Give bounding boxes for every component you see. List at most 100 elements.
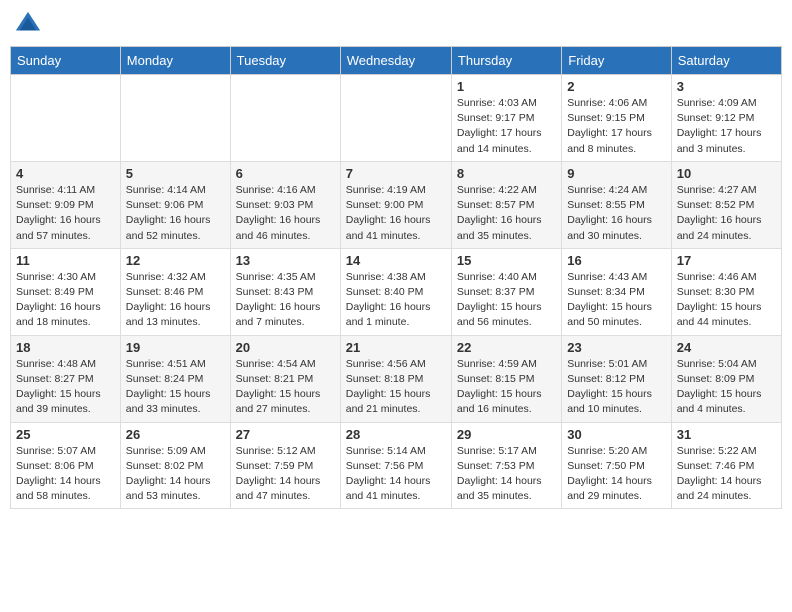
day-number: 15 <box>457 253 556 268</box>
day-number: 7 <box>346 166 446 181</box>
calendar-cell: 26 Sunrise: 5:09 AMSunset: 8:02 PMDayligh… <box>120 422 230 509</box>
header-tuesday: Tuesday <box>230 47 340 75</box>
day-number: 3 <box>677 79 776 94</box>
calendar-week-row: 25Sunrise: 5:07 AMSunset: 8:06 PMDayligh… <box>11 422 782 509</box>
calendar-cell: 5 Sunrise: 4:14 AMSunset: 9:06 PMDaylight… <box>120 161 230 248</box>
calendar-cell: 15 Sunrise: 4:40 AMSunset: 8:37 PMDayligh… <box>451 248 561 335</box>
day-info: Sunrise: 4:11 AMSunset: 9:09 PMDaylight:… <box>16 183 115 244</box>
day-info: Sunrise: 5:12 AMSunset: 7:59 PMDaylight:… <box>236 444 335 505</box>
calendar-week-row: 4 Sunrise: 4:11 AMSunset: 9:09 PMDaylight… <box>11 161 782 248</box>
calendar-header-row: SundayMondayTuesdayWednesdayThursdayFrid… <box>11 47 782 75</box>
calendar-cell: 14 Sunrise: 4:38 AMSunset: 8:40 PMDayligh… <box>340 248 451 335</box>
calendar-week-row: 11 Sunrise: 4:30 AMSunset: 8:49 PMDayligh… <box>11 248 782 335</box>
calendar-cell: 12 Sunrise: 4:32 AMSunset: 8:46 PMDayligh… <box>120 248 230 335</box>
page-header <box>10 10 782 38</box>
day-info: Sunrise: 4:35 AMSunset: 8:43 PMDaylight:… <box>236 270 335 331</box>
day-number: 29 <box>457 427 556 442</box>
day-number: 22 <box>457 340 556 355</box>
day-info: Sunrise: 4:46 AMSunset: 8:30 PMDaylight:… <box>677 270 776 331</box>
day-info: Sunrise: 5:20 AMSunset: 7:50 PMDaylight:… <box>567 444 665 505</box>
day-number: 17 <box>677 253 776 268</box>
calendar-cell: 17 Sunrise: 4:46 AMSunset: 8:30 PMDayligh… <box>671 248 781 335</box>
calendar-cell: 16Sunrise: 4:43 AMSunset: 8:34 PMDayligh… <box>562 248 671 335</box>
calendar-cell: 19Sunrise: 4:51 AMSunset: 8:24 PMDayligh… <box>120 335 230 422</box>
day-info: Sunrise: 4:38 AMSunset: 8:40 PMDaylight:… <box>346 270 446 331</box>
day-info: Sunrise: 5:14 AMSunset: 7:56 PMDaylight:… <box>346 444 446 505</box>
day-number: 12 <box>126 253 225 268</box>
calendar-cell: 8Sunrise: 4:22 AMSunset: 8:57 PMDaylight… <box>451 161 561 248</box>
calendar-cell: 22 Sunrise: 4:59 AMSunset: 8:15 PMDayligh… <box>451 335 561 422</box>
header-thursday: Thursday <box>451 47 561 75</box>
day-info: Sunrise: 5:22 AMSunset: 7:46 PMDaylight:… <box>677 444 776 505</box>
calendar-cell <box>11 75 121 162</box>
day-info: Sunrise: 4:06 AMSunset: 9:15 PMDaylight:… <box>567 96 665 157</box>
header-sunday: Sunday <box>11 47 121 75</box>
calendar-cell: 28 Sunrise: 5:14 AMSunset: 7:56 PMDayligh… <box>340 422 451 509</box>
day-info: Sunrise: 4:27 AMSunset: 8:52 PMDaylight:… <box>677 183 776 244</box>
day-info: Sunrise: 4:40 AMSunset: 8:37 PMDaylight:… <box>457 270 556 331</box>
calendar-cell: 20 Sunrise: 4:54 AMSunset: 8:21 PMDayligh… <box>230 335 340 422</box>
calendar-cell: 2 Sunrise: 4:06 AMSunset: 9:15 PMDaylight… <box>562 75 671 162</box>
day-number: 24 <box>677 340 776 355</box>
day-info: Sunrise: 5:07 AMSunset: 8:06 PMDaylight:… <box>16 444 115 505</box>
calendar-cell: 9 Sunrise: 4:24 AMSunset: 8:55 PMDaylight… <box>562 161 671 248</box>
day-number: 31 <box>677 427 776 442</box>
day-number: 1 <box>457 79 556 94</box>
day-number: 26 <box>126 427 225 442</box>
day-number: 4 <box>16 166 115 181</box>
day-info: Sunrise: 5:04 AMSunset: 8:09 PMDaylight:… <box>677 357 776 418</box>
day-info: Sunrise: 4:30 AMSunset: 8:49 PMDaylight:… <box>16 270 115 331</box>
day-number: 19 <box>126 340 225 355</box>
day-number: 18 <box>16 340 115 355</box>
day-number: 11 <box>16 253 115 268</box>
day-number: 14 <box>346 253 446 268</box>
day-info: Sunrise: 4:24 AMSunset: 8:55 PMDaylight:… <box>567 183 665 244</box>
calendar-cell: 27 Sunrise: 5:12 AMSunset: 7:59 PMDayligh… <box>230 422 340 509</box>
calendar-cell: 4 Sunrise: 4:11 AMSunset: 9:09 PMDaylight… <box>11 161 121 248</box>
day-info: Sunrise: 4:16 AMSunset: 9:03 PMDaylight:… <box>236 183 335 244</box>
day-number: 9 <box>567 166 665 181</box>
calendar-cell: 21Sunrise: 4:56 AMSunset: 8:18 PMDayligh… <box>340 335 451 422</box>
day-info: Sunrise: 4:59 AMSunset: 8:15 PMDaylight:… <box>457 357 556 418</box>
header-friday: Friday <box>562 47 671 75</box>
calendar-cell: 13Sunrise: 4:35 AMSunset: 8:43 PMDayligh… <box>230 248 340 335</box>
calendar-cell: 30Sunrise: 5:20 AMSunset: 7:50 PMDayligh… <box>562 422 671 509</box>
calendar-cell <box>230 75 340 162</box>
day-info: Sunrise: 5:01 AMSunset: 8:12 PMDaylight:… <box>567 357 665 418</box>
day-number: 5 <box>126 166 225 181</box>
calendar-cell: 29Sunrise: 5:17 AMSunset: 7:53 PMDayligh… <box>451 422 561 509</box>
day-info: Sunrise: 4:54 AMSunset: 8:21 PMDaylight:… <box>236 357 335 418</box>
day-number: 6 <box>236 166 335 181</box>
header-wednesday: Wednesday <box>340 47 451 75</box>
calendar-cell: 18 Sunrise: 4:48 AMSunset: 8:27 PMDayligh… <box>11 335 121 422</box>
calendar-cell <box>340 75 451 162</box>
day-number: 20 <box>236 340 335 355</box>
day-info: Sunrise: 4:14 AMSunset: 9:06 PMDaylight:… <box>126 183 225 244</box>
day-info: Sunrise: 4:48 AMSunset: 8:27 PMDaylight:… <box>16 357 115 418</box>
header-saturday: Saturday <box>671 47 781 75</box>
day-number: 28 <box>346 427 446 442</box>
day-info: Sunrise: 4:09 AMSunset: 9:12 PMDaylight:… <box>677 96 776 157</box>
day-number: 2 <box>567 79 665 94</box>
logo-icon <box>14 10 42 38</box>
calendar-cell: 25Sunrise: 5:07 AMSunset: 8:06 PMDayligh… <box>11 422 121 509</box>
calendar-cell: 11 Sunrise: 4:30 AMSunset: 8:49 PMDayligh… <box>11 248 121 335</box>
day-info: Sunrise: 5:09 AMSunset: 8:02 PMDaylight:… <box>126 444 225 505</box>
logo <box>14 10 46 38</box>
calendar-cell: 1 Sunrise: 4:03 AMSunset: 9:17 PMDaylight… <box>451 75 561 162</box>
day-number: 21 <box>346 340 446 355</box>
calendar-cell: 3 Sunrise: 4:09 AMSunset: 9:12 PMDaylight… <box>671 75 781 162</box>
calendar-week-row: 18 Sunrise: 4:48 AMSunset: 8:27 PMDayligh… <box>11 335 782 422</box>
calendar-cell <box>120 75 230 162</box>
calendar-table: SundayMondayTuesdayWednesdayThursdayFrid… <box>10 46 782 509</box>
day-number: 27 <box>236 427 335 442</box>
calendar-cell: 7Sunrise: 4:19 AMSunset: 9:00 PMDaylight… <box>340 161 451 248</box>
calendar-cell: 10 Sunrise: 4:27 AMSunset: 8:52 PMDayligh… <box>671 161 781 248</box>
calendar-cell: 24 Sunrise: 5:04 AMSunset: 8:09 PMDayligh… <box>671 335 781 422</box>
day-number: 10 <box>677 166 776 181</box>
day-number: 23 <box>567 340 665 355</box>
day-info: Sunrise: 4:22 AMSunset: 8:57 PMDaylight:… <box>457 183 556 244</box>
day-info: Sunrise: 4:32 AMSunset: 8:46 PMDaylight:… <box>126 270 225 331</box>
day-info: Sunrise: 4:03 AMSunset: 9:17 PMDaylight:… <box>457 96 556 157</box>
calendar-cell: 23 Sunrise: 5:01 AMSunset: 8:12 PMDayligh… <box>562 335 671 422</box>
